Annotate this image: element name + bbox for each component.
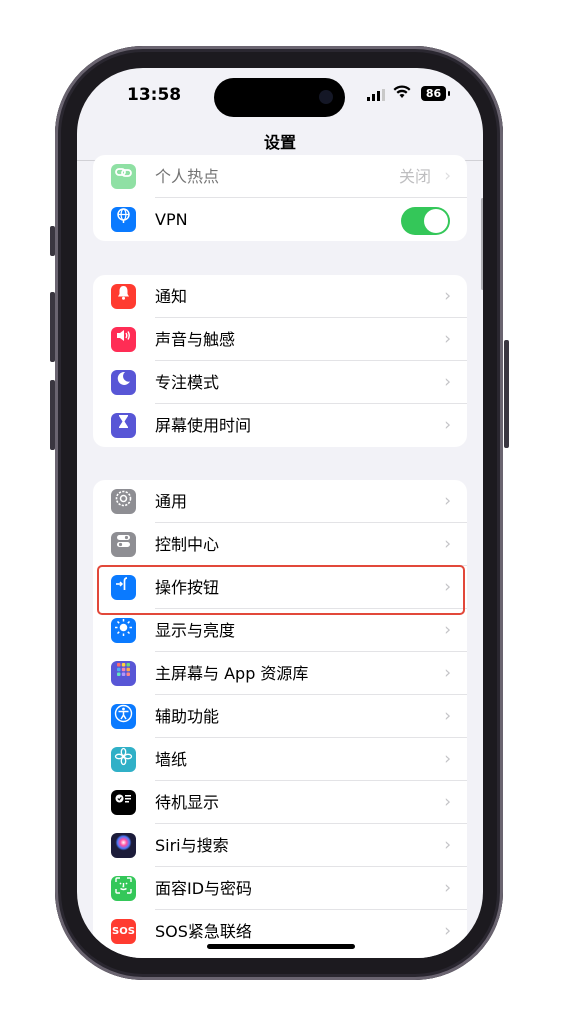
settings-row-screen-time[interactable]: 屏幕使用时间 › [93, 404, 467, 447]
home-grid-icon [111, 661, 136, 686]
switches-icon [111, 532, 136, 557]
chevron-right-icon: › [444, 663, 451, 683]
home-indicator[interactable] [207, 944, 355, 949]
chevron-right-icon: › [444, 491, 451, 511]
accessibility-icon [111, 704, 136, 729]
row-label: 通知 [155, 287, 188, 306]
row-label: 控制中心 [155, 535, 220, 554]
settings-row-accessibility[interactable]: 辅助功能 › [93, 695, 467, 738]
network-group: 个人热点 关闭 › VPN [93, 155, 467, 241]
chevron-right-icon: › [444, 620, 451, 640]
sun-icon [111, 618, 136, 643]
row-label: 通用 [155, 492, 188, 511]
settings-row-display[interactable]: 显示与亮度 › [93, 609, 467, 652]
volume-up-button-side [50, 292, 55, 362]
dynamic-island [214, 78, 345, 117]
moon-icon [111, 370, 136, 395]
general-group: 通用 › 控制中心 › 操作按钮 › 显示与亮度 › 主屏幕与 App 资源库 … [93, 480, 467, 958]
settings-row-face-id[interactable]: 面容ID与密码 › [93, 867, 467, 910]
settings-row-standby[interactable]: 待机显示 › [93, 781, 467, 824]
chevron-right-icon: › [444, 372, 451, 392]
row-label: 声音与触感 [155, 330, 236, 349]
row-label: Siri与搜索 [155, 836, 229, 855]
screen: 13:58 86 设置 个人热点 关闭 › VPN 通知 › 声音与触感 › 专… [77, 68, 483, 958]
row-label: 面容ID与密码 [155, 879, 253, 898]
chevron-right-icon: › [444, 792, 451, 812]
bell-icon [111, 284, 136, 309]
row-label: 辅助功能 [155, 707, 220, 726]
cellular-signal-icon [367, 89, 385, 101]
row-value: 关闭 [398, 167, 431, 186]
row-label: 屏幕使用时间 [155, 416, 252, 435]
chevron-right-icon: › [444, 878, 451, 898]
scroll-indicator[interactable] [481, 198, 483, 290]
chevron-right-icon: › [444, 166, 451, 186]
gear-icon [111, 489, 136, 514]
row-label: 显示与亮度 [155, 621, 236, 640]
chevron-right-icon: › [444, 415, 451, 435]
settings-row-notifications[interactable]: 通知 › [93, 275, 467, 318]
link-icon [111, 164, 136, 189]
chevron-right-icon: › [444, 706, 451, 726]
face-id-icon [111, 876, 136, 901]
sos-icon: SOS [111, 919, 136, 944]
settings-row-siri[interactable]: Siri与搜索 › [93, 824, 467, 867]
settings-row-home-screen[interactable]: 主屏幕与 App 资源库 › [93, 652, 467, 695]
row-label: 主屏幕与 App 资源库 [155, 664, 309, 683]
chevron-right-icon: › [444, 749, 451, 769]
hourglass-icon [111, 413, 136, 438]
highlight-box [97, 565, 465, 615]
globe-icon [111, 207, 136, 232]
power-button-side [504, 340, 509, 448]
settings-row-control-center[interactable]: 控制中心 › [93, 523, 467, 566]
settings-row-focus[interactable]: 专注模式 › [93, 361, 467, 404]
settings-row-wallpaper[interactable]: 墙纸 › [93, 738, 467, 781]
settings-row-sounds[interactable]: 声音与触感 › [93, 318, 467, 361]
siri-icon [111, 833, 136, 858]
chevron-right-icon: › [444, 534, 451, 554]
settings-row-vpn[interactable]: VPN [93, 198, 467, 241]
camera-icon [319, 90, 333, 104]
action-button-side [50, 226, 55, 256]
settings-row-general[interactable]: 通用 › [93, 480, 467, 523]
chevron-right-icon: › [444, 835, 451, 855]
chevron-right-icon: › [444, 921, 451, 941]
settings-row-hotspot[interactable]: 个人热点 关闭 › [93, 155, 467, 198]
battery-indicator: 86 [421, 86, 446, 101]
notifications-group: 通知 › 声音与触感 › 专注模式 › 屏幕使用时间 › [93, 275, 467, 447]
status-time: 13:58 [127, 85, 182, 105]
chevron-right-icon: › [444, 286, 451, 306]
page-title: 设置 [263, 133, 296, 152]
toggle-knob [424, 209, 448, 233]
row-label: 个人热点 [155, 167, 220, 186]
row-label: 待机显示 [155, 793, 220, 812]
volume-down-button-side [50, 380, 55, 450]
flower-icon [111, 747, 136, 772]
battery-tip [448, 91, 450, 96]
row-label: VPN [155, 210, 188, 229]
row-label: 墙纸 [155, 750, 188, 769]
speaker-icon [111, 327, 136, 352]
chevron-right-icon: › [444, 329, 451, 349]
wifi-icon [393, 84, 411, 104]
vpn-toggle[interactable] [401, 207, 450, 235]
standby-icon [111, 790, 136, 815]
row-label: 专注模式 [155, 373, 220, 392]
